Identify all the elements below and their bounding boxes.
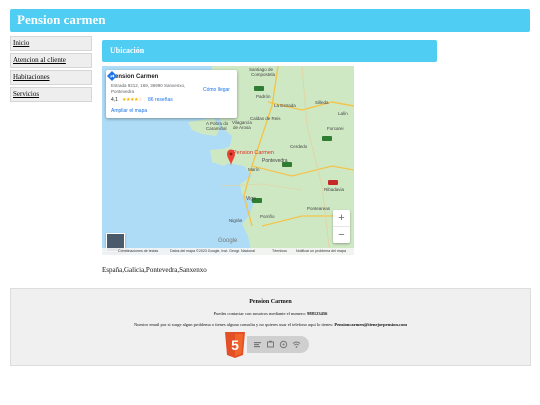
html5-logo-icon: 5	[225, 332, 245, 358]
email-prefix: Nuestro email por si surge algun problem…	[134, 322, 334, 327]
sidebar-item-inicio[interactable]: Inicio	[10, 36, 92, 51]
email-address: Pensioncarmen@tienejorpension.com	[334, 322, 407, 327]
sidebar-item-servicios[interactable]: Servicios	[10, 87, 92, 102]
site-title: Pension carmen	[17, 12, 106, 27]
map-data-text: Datos del mapa ©2023 Google, Inst. Geogr…	[170, 249, 255, 253]
place-silleda: Silleda	[315, 100, 329, 105]
place-info-card: Pension Carmen Estrada 9212, 169, 36990 …	[106, 70, 237, 118]
place-caldas: Caldas de Reis	[250, 116, 281, 121]
directions-icon[interactable]	[106, 70, 118, 82]
css3-styling-icon	[254, 342, 261, 348]
html5-label: 5	[231, 337, 239, 353]
google-logo: Google	[218, 238, 238, 244]
footer-phone: Puedes contactar con nosotros mediante e…	[11, 311, 530, 316]
place-arosa: de Arosa	[233, 125, 251, 130]
pin-label[interactable]: Pension Carmen	[233, 150, 274, 156]
zoom-out-button[interactable]: −	[333, 227, 350, 243]
place-name: Pension Carmen	[111, 74, 159, 80]
site-footer: Pension Carmen Puedes contactar con noso…	[10, 288, 531, 366]
place-marin: Marín	[248, 167, 260, 172]
place-padron: Padrón	[256, 94, 271, 99]
view-larger-map-link[interactable]: Ampliar el mapa	[111, 108, 147, 114]
place-vigo: Vigo	[246, 196, 256, 202]
connectivity-icon	[292, 341, 301, 348]
place-lalin: Lalín	[338, 111, 348, 116]
place-laestrada: La Estrada	[274, 103, 296, 108]
directions-link[interactable]: Cómo llegar	[203, 87, 230, 93]
phone-number: 988123456	[307, 311, 328, 316]
site-header: Pension carmen	[10, 9, 530, 32]
tech-icons-strip	[247, 336, 309, 353]
zoom-controls: + −	[333, 210, 350, 243]
reviews-link[interactable]: 86 reseñas	[148, 97, 173, 103]
place-ribadavia: Ribadavia	[324, 187, 345, 192]
performance-icon	[279, 340, 288, 349]
sidebar-item-atencion[interactable]: Atencion al cliente	[10, 53, 92, 68]
place-nigran: Nigrán	[229, 218, 243, 223]
map-attribution-bar: Combinaciones de teclas Datos del mapa ©…	[102, 248, 354, 255]
place-compostela: Compostela	[251, 72, 276, 77]
embedded-map[interactable]: Santiago de Compostela Padrón La Estrada…	[102, 66, 354, 255]
terms-link[interactable]: Términos	[272, 248, 287, 255]
rating-stars: ★★★★☆	[122, 97, 142, 103]
place-porrino: Porriño	[260, 214, 275, 219]
section-header: Ubicación	[102, 40, 437, 62]
place-pontevedra: Pontevedra	[262, 158, 288, 164]
phone-prefix: Puedes contactar con nosotros mediante e…	[213, 311, 307, 316]
place-address: Estrada 9212, 169, 36990 Sanxenxo, Ponte…	[111, 83, 186, 94]
device-access-icon	[267, 340, 274, 348]
zoom-in-button[interactable]: +	[333, 210, 350, 227]
place-cerdedo: Cerdedo	[290, 144, 308, 149]
location-text: España,Galicia,Pontevedra,Sanxenxo	[102, 266, 207, 274]
footer-title: Pension Carmen	[249, 299, 292, 305]
section-title: Ubicación	[110, 46, 145, 55]
place-forcarei: Forcarei	[327, 126, 344, 131]
report-problem-link[interactable]: Notificar un problema del mapa	[296, 248, 346, 255]
place-rating: 4,1	[111, 97, 118, 103]
place-caraminal: Caramiñal	[206, 126, 227, 131]
sidebar-item-habitaciones[interactable]: Habitaciones	[10, 70, 92, 85]
sidebar-nav: Inicio Atencion al cliente Habitaciones …	[10, 36, 92, 104]
keyboard-shortcuts-link[interactable]: Combinaciones de teclas	[118, 248, 158, 255]
place-ponteareas: Ponteareas	[307, 206, 331, 211]
footer-email: Nuestro email por si surge algun problem…	[11, 322, 530, 327]
